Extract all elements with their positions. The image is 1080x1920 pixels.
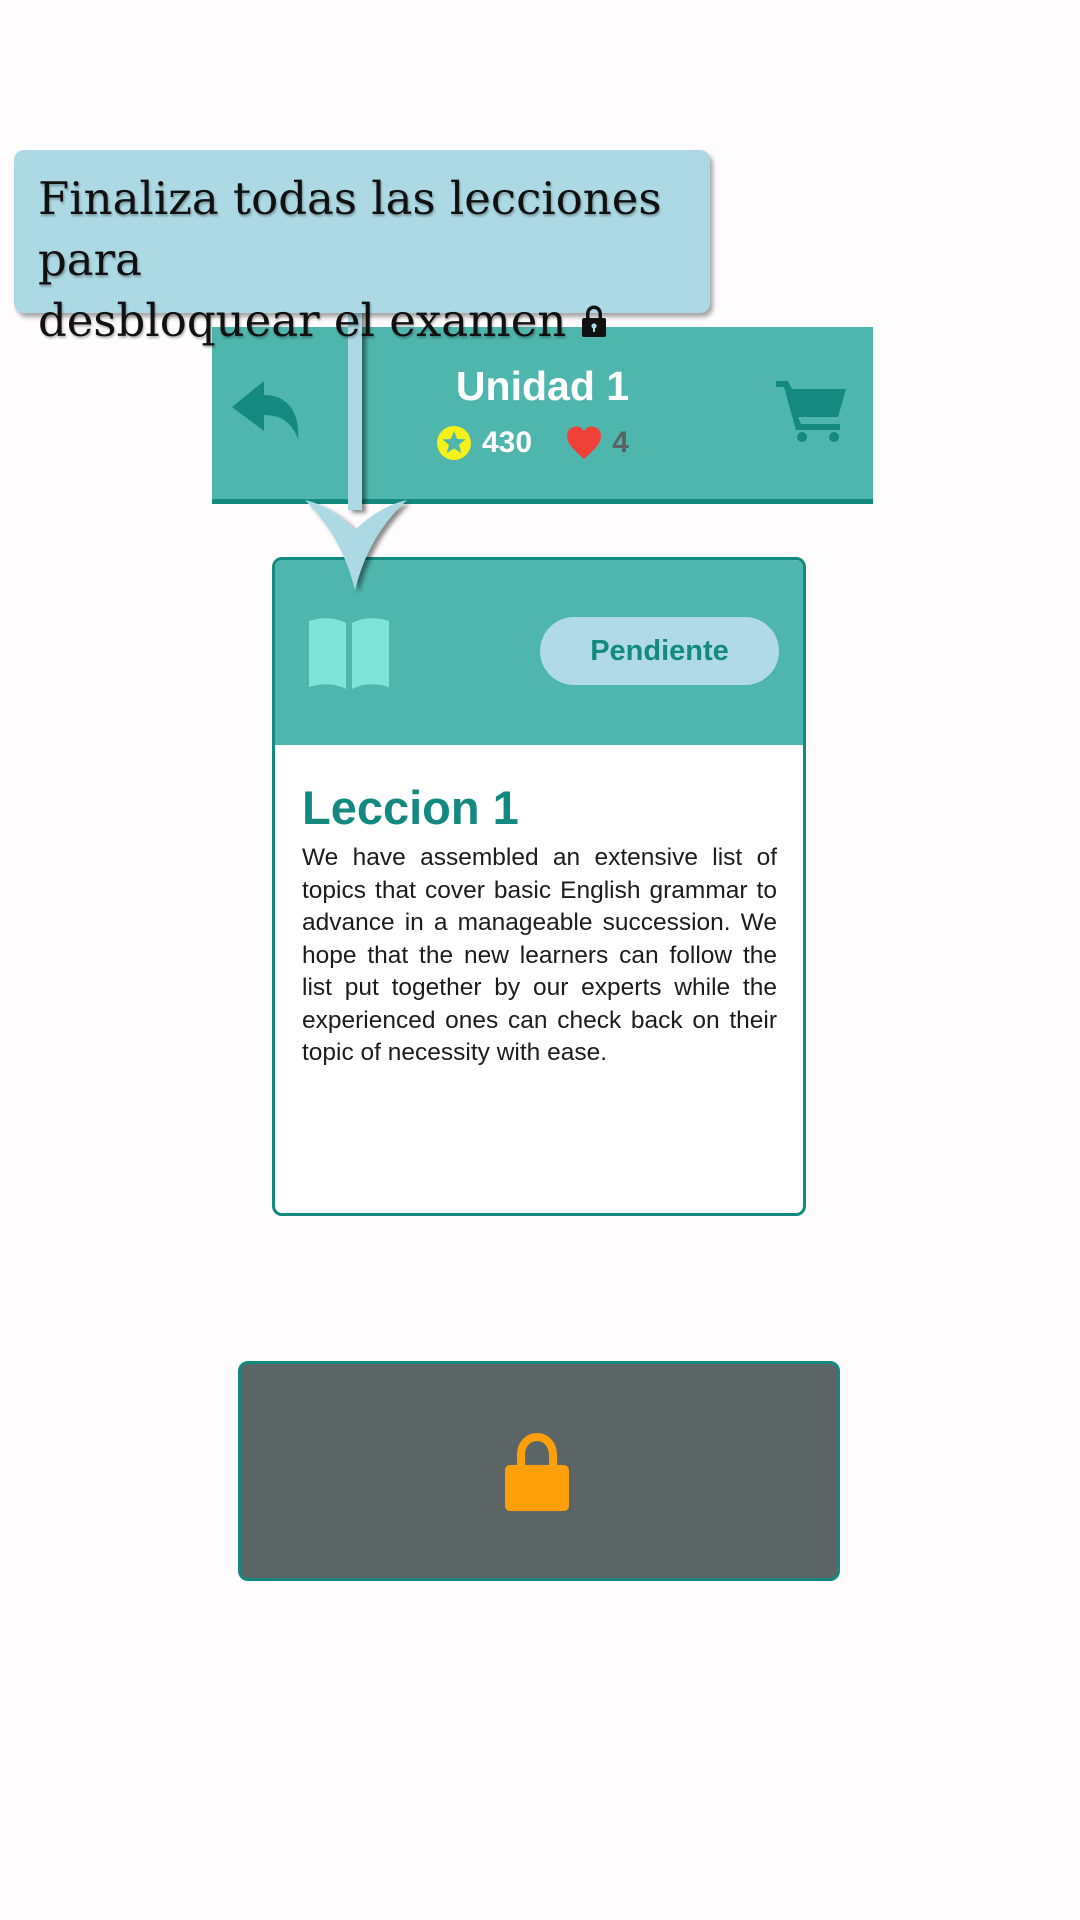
heart-icon <box>567 426 602 459</box>
lives-count: 4 <box>612 426 629 459</box>
status-badge: Pendiente <box>540 617 779 685</box>
lessons-screen: Unidad 1 430 4 Pendiente Leccion 1 We ha… <box>0 0 1080 1920</box>
shopping-cart-icon[interactable] <box>774 377 848 443</box>
tooltip-line-2: desbloquear el examen <box>38 294 567 347</box>
star-coin-icon <box>437 426 471 460</box>
stats-row: 430 4 <box>436 423 629 463</box>
tooltip-line-1: Finaliza todas las lecciones para <box>38 172 662 286</box>
tutorial-tooltip: Finaliza todas las lecciones para desblo… <box>14 150 710 347</box>
tooltip-line-2-row: desbloquear el examen <box>38 290 710 351</box>
open-book-icon <box>309 618 389 689</box>
lesson-card-header: Pendiente <box>275 560 803 745</box>
coins-count: 430 <box>482 426 533 459</box>
lesson-card[interactable]: Pendiente Leccion 1 We have assembled an… <box>272 557 806 1216</box>
unit-header: Unidad 1 430 4 <box>212 327 873 504</box>
lock-icon <box>505 1433 569 1511</box>
lesson-description: We have assembled an extensive list of t… <box>302 844 777 1066</box>
lesson-title: Leccion 1 <box>302 781 519 834</box>
exam-button-locked[interactable] <box>238 1361 840 1581</box>
lock-icon <box>582 305 607 337</box>
